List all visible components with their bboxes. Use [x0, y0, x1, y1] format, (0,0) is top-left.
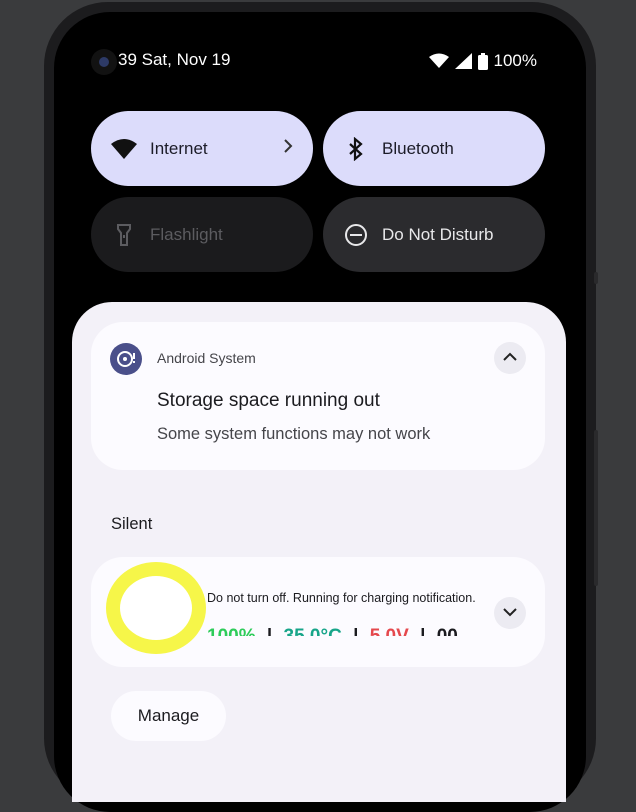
wifi-icon: [428, 53, 449, 69]
charging-notification-text: Do not turn off. Running for charging no…: [207, 591, 476, 605]
side-button: [594, 272, 598, 284]
volume-button: [594, 430, 598, 586]
manage-button[interactable]: Manage: [111, 691, 226, 741]
bluetooth-icon: [343, 136, 369, 162]
chevron-up-icon: [502, 349, 518, 367]
stat-separator: |: [420, 626, 425, 636]
wifi-icon: [111, 136, 137, 162]
flashlight-icon: [111, 222, 137, 248]
battery-icon: [477, 52, 488, 70]
battery-percentage: 100%: [493, 51, 537, 70]
tile-label: Flashlight: [150, 224, 223, 244]
silent-section-label: Silent: [111, 515, 153, 533]
status-clock-date: 39 Sat, Nov 19: [118, 50, 231, 69]
chevron-down-icon: [502, 604, 518, 622]
collapse-button[interactable]: [494, 342, 526, 374]
front-camera-icon: [91, 49, 117, 75]
expand-button[interactable]: [494, 597, 526, 629]
stat-separator: |: [353, 626, 358, 636]
cell-signal-icon: [454, 53, 472, 69]
stat-separator: |: [267, 626, 272, 636]
android-system-app-icon: [110, 343, 142, 375]
chevron-right-icon: [283, 138, 293, 159]
extra-stat: 00: [437, 626, 458, 636]
battery-level-stat: 100%: [207, 626, 256, 636]
tile-internet[interactable]: Internet: [91, 111, 313, 186]
temperature-stat: 35.0°C: [284, 626, 342, 636]
tile-label: Do Not Disturb: [382, 224, 494, 244]
tile-do-not-disturb[interactable]: Do Not Disturb: [323, 197, 545, 272]
notification-app-name: Android System: [157, 350, 256, 366]
notification-text: Some system functions may not work: [157, 425, 431, 443]
tile-flashlight[interactable]: Flashlight: [91, 197, 313, 272]
voltage-stat: 5.0V: [370, 626, 409, 636]
charging-stats: 100% | 35.0°C | 5.0V | 00: [207, 626, 464, 636]
tile-label: Internet: [150, 138, 208, 158]
tile-label: Bluetooth: [382, 138, 454, 158]
status-icons: 100%: [428, 50, 537, 72]
notification-title: Storage space running out: [157, 390, 380, 411]
highlight-circle: [106, 562, 206, 654]
do-not-disturb-icon: [343, 222, 369, 248]
tile-bluetooth[interactable]: Bluetooth: [323, 111, 545, 186]
